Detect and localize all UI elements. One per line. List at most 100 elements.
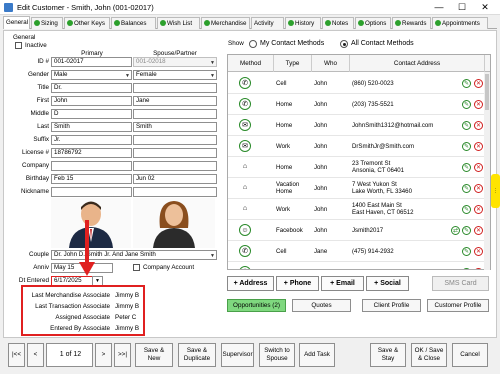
first-record-button[interactable]: |<< bbox=[8, 343, 25, 367]
quotes-button[interactable]: Quotes bbox=[292, 299, 351, 312]
title-spouse-field[interactable] bbox=[133, 83, 217, 93]
add-social-button[interactable]: + Social bbox=[366, 276, 409, 291]
tab-wish-list[interactable]: Wish List bbox=[157, 17, 200, 29]
tab-rewards[interactable]: Rewards bbox=[392, 17, 431, 29]
delete-contact-icon[interactable]: ✕ bbox=[474, 268, 483, 269]
spouse-photo[interactable] bbox=[133, 198, 215, 248]
delete-contact-icon[interactable]: ✕ bbox=[474, 100, 483, 109]
add-address-button[interactable]: + Address bbox=[227, 276, 274, 291]
middle-primary-field[interactable]: D bbox=[51, 109, 132, 119]
record-position-field[interactable]: 1 of 12 bbox=[46, 343, 93, 367]
customer-profile-button[interactable]: Customer Profile bbox=[427, 299, 489, 312]
all-contact-methods-radio[interactable] bbox=[340, 40, 348, 48]
couple-field[interactable]: Dr. John D. Smith Jr. And Jane Smith ▼ bbox=[51, 250, 217, 260]
middle-spouse-field[interactable] bbox=[133, 109, 217, 119]
delete-contact-icon[interactable]: ✕ bbox=[474, 121, 483, 130]
table-row[interactable]: ⌂ Home John 23 Tremont St Ansonia, CT 06401… bbox=[228, 157, 490, 178]
tab-notes[interactable]: Notes bbox=[322, 17, 354, 29]
tab-options[interactable]: Options bbox=[355, 17, 391, 29]
table-row[interactable]: ⌂ Vacation Home John 7 West Yukon St Lake W… bbox=[228, 178, 490, 199]
delete-contact-icon[interactable]: ✕ bbox=[474, 163, 483, 172]
delete-contact-icon[interactable]: ✕ bbox=[474, 79, 483, 88]
cancel-button[interactable]: Cancel bbox=[452, 343, 488, 367]
minimize-button[interactable]: — bbox=[428, 0, 450, 14]
delete-contact-icon[interactable]: ✕ bbox=[474, 205, 483, 214]
tab-merchandise[interactable]: Merchandise bbox=[201, 17, 250, 29]
table-row[interactable]: ✆ Cell John (860) 520-0023 ✎ ✕ bbox=[228, 73, 490, 94]
license-spouse-field[interactable] bbox=[133, 148, 217, 158]
share-icon[interactable]: ⇄ bbox=[451, 226, 460, 235]
inactive-checkbox[interactable] bbox=[15, 42, 22, 49]
title-primary-field[interactable]: Dr. bbox=[51, 83, 132, 93]
delete-contact-icon[interactable]: ✕ bbox=[474, 247, 483, 256]
column-header-who[interactable]: Who bbox=[312, 55, 350, 72]
nickname-spouse-field[interactable] bbox=[133, 187, 217, 197]
delete-contact-icon[interactable]: ✕ bbox=[474, 142, 483, 151]
gender-primary-field[interactable]: Male ▼ bbox=[51, 70, 132, 80]
table-row[interactable]: ✆ Cell Jane (475) 914-2932 ✎ ✕ bbox=[228, 241, 490, 262]
company-account-checkbox[interactable] bbox=[133, 264, 140, 271]
edit-contact-icon[interactable]: ✎ bbox=[462, 142, 471, 151]
suffix-spouse-field[interactable] bbox=[133, 135, 217, 145]
gender-spouse-field[interactable]: Female ▼ bbox=[133, 70, 217, 80]
edit-contact-icon[interactable]: ✎ bbox=[462, 205, 471, 214]
delete-contact-icon[interactable]: ✕ bbox=[474, 226, 483, 235]
tab-history[interactable]: History bbox=[285, 17, 321, 29]
tab-activity[interactable]: Activity bbox=[251, 17, 284, 29]
tab-balances[interactable]: Balances bbox=[111, 17, 156, 29]
my-contact-methods-radio[interactable] bbox=[249, 40, 257, 48]
birthday-primary-field[interactable]: Feb 15 bbox=[51, 174, 132, 184]
edit-contact-icon[interactable]: ✎ bbox=[462, 79, 471, 88]
edit-contact-icon[interactable]: ✎ bbox=[462, 268, 471, 269]
company-spouse-field[interactable] bbox=[133, 161, 217, 171]
add-phone-button[interactable]: + Phone bbox=[276, 276, 319, 291]
opportunities-button[interactable]: Opportunities (2) bbox=[227, 299, 286, 312]
add-task-button[interactable]: Add Task bbox=[299, 343, 335, 367]
table-row[interactable]: ✆ Home Jane (203) 735-5521 ✎✕ bbox=[228, 262, 490, 269]
last-record-button[interactable]: >>| bbox=[114, 343, 131, 367]
tab-general[interactable]: General bbox=[3, 16, 30, 29]
tab-other-keys[interactable]: Other Keys bbox=[64, 17, 110, 29]
next-record-button[interactable]: > bbox=[95, 343, 112, 367]
first-spouse-field[interactable]: Jane bbox=[133, 96, 217, 106]
table-row[interactable]: ✉ Work John DrSmithJr@Smith.com ✎ ✕ bbox=[228, 136, 490, 157]
add-email-button[interactable]: + Email bbox=[321, 276, 364, 291]
save-duplicate-button[interactable]: Save & Duplicate bbox=[178, 343, 216, 367]
switch-to-spouse-button[interactable]: Switch to Spouse bbox=[259, 343, 295, 367]
table-row[interactable]: ✆ Home John (203) 735-5521 ✎ ✕ bbox=[228, 94, 490, 115]
delete-contact-icon[interactable]: ✕ bbox=[474, 184, 483, 193]
ok-save-close-button[interactable]: OK / Save & Close bbox=[411, 343, 447, 367]
edit-contact-icon[interactable]: ✎ bbox=[462, 163, 471, 172]
side-panel-tab[interactable]: ⋮ bbox=[491, 174, 500, 208]
license-primary-field[interactable]: 18786792 bbox=[51, 148, 132, 158]
edit-contact-icon[interactable]: ✎ bbox=[462, 184, 471, 193]
edit-contact-icon[interactable]: ✎ bbox=[462, 100, 471, 109]
previous-record-button[interactable]: < bbox=[27, 343, 44, 367]
column-header-contact-address[interactable]: Contact Address bbox=[350, 55, 485, 72]
edit-contact-icon[interactable]: ✎ bbox=[462, 121, 471, 130]
edit-contact-icon[interactable]: ✎ bbox=[462, 226, 471, 235]
save-new-button[interactable]: Save & New bbox=[135, 343, 173, 367]
close-window-button[interactable]: ✕ bbox=[474, 0, 496, 14]
id-primary-field[interactable]: 001-02017 bbox=[51, 57, 132, 67]
table-row[interactable]: ⌂ Work John 1400 East Main St East Haven, C… bbox=[228, 199, 490, 220]
table-row[interactable]: ☺ Facebook John Jsmith2017 ⇄ ✎ ✕ bbox=[228, 220, 490, 241]
tab-sizing[interactable]: Sizing bbox=[31, 17, 63, 29]
suffix-primary-field[interactable]: Jr. bbox=[51, 135, 132, 145]
save-stay-button[interactable]: Save & Stay bbox=[370, 343, 406, 367]
last-primary-field[interactable]: Smith bbox=[51, 122, 132, 132]
column-header-type[interactable]: Type bbox=[274, 55, 312, 72]
nickname-primary-field[interactable] bbox=[51, 187, 132, 197]
first-primary-field[interactable]: John bbox=[51, 96, 132, 106]
tab-appointments[interactable]: Appointments bbox=[432, 17, 488, 29]
supervisor-button[interactable]: Supervisor bbox=[221, 343, 254, 367]
grid-scrollbar-thumb[interactable] bbox=[485, 74, 489, 110]
column-header-method[interactable]: Method bbox=[228, 55, 274, 72]
last-spouse-field[interactable]: Smith bbox=[133, 122, 217, 132]
birthday-spouse-field[interactable]: Jun 02 bbox=[133, 174, 217, 184]
client-profile-button[interactable]: Client Profile bbox=[362, 299, 421, 312]
maximize-button[interactable]: ☐ bbox=[451, 0, 473, 14]
company-primary-field[interactable] bbox=[51, 161, 132, 171]
edit-contact-icon[interactable]: ✎ bbox=[462, 247, 471, 256]
table-row[interactable]: ✉ Home John JohnSmith1312@hotmail.com ✎ ✕ bbox=[228, 115, 490, 136]
